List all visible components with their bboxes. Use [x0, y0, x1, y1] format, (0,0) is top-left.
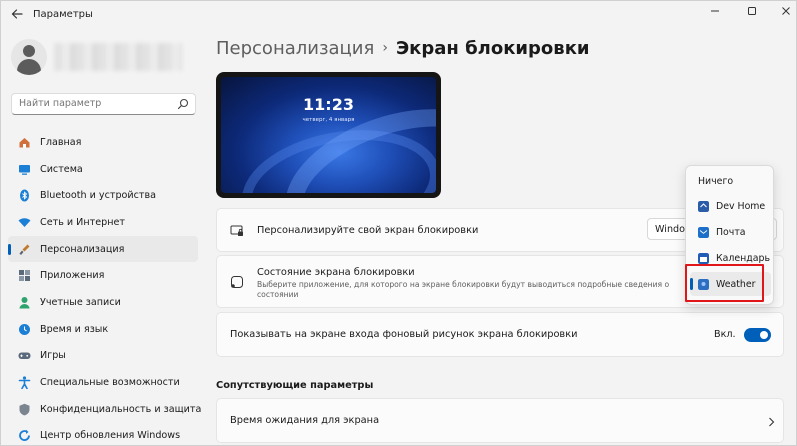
sidebar-item-gaming[interactable]: Игры — [8, 343, 198, 370]
screen-timeout-card[interactable]: Время ожидания для экрана — [216, 398, 784, 443]
chevron-right-icon — [769, 417, 775, 427]
sidebar-item-label: Главная — [40, 136, 82, 148]
apps-icon — [19, 270, 30, 282]
sidebar-item-system[interactable]: Система — [8, 156, 198, 183]
sidebar-item-label: Персонализация — [40, 243, 125, 255]
sidebar-item-bluetooth[interactable]: Bluetooth и устройства — [8, 182, 198, 209]
maximize-icon — [748, 7, 756, 15]
status-icon — [231, 276, 243, 288]
title-bar: Параметры — [1, 1, 796, 29]
monitor-lock-icon — [230, 225, 243, 236]
flyout-option-label: Ничего — [698, 175, 734, 187]
maximize-button[interactable] — [741, 3, 763, 21]
sidebar-nav: Главная Система Bluetooth и устройства С… — [8, 129, 202, 445]
signin-background-title: Показывать на экране входа фоновый рисун… — [230, 329, 578, 340]
breadcrumb: Персонализация › Экран блокировки — [216, 38, 590, 59]
close-icon — [782, 7, 790, 15]
sidebar-item-windows-update[interactable]: Центр обновления Windows — [8, 423, 198, 445]
breadcrumb-parent[interactable]: Персонализация — [216, 38, 374, 59]
flyout-option-none[interactable]: Ничего — [690, 169, 771, 193]
personalize-lock-screen-title: Персонализируйте свой экран блокировки — [257, 225, 479, 236]
sidebar-item-label: Конфиденциальность и защита — [40, 403, 202, 415]
shield-icon — [19, 403, 30, 416]
lock-screen-status-description: Выберите приложение, для которого на экр… — [257, 280, 670, 299]
lock-screen-status-title: Состояние экрана блокировки — [257, 267, 415, 278]
related-settings-heading: Сопутствующие параметры — [216, 380, 374, 391]
lock-screen-wallpaper: 11:23 четверг, 4 января — [221, 77, 436, 193]
calendar-icon — [698, 252, 709, 264]
accessibility-icon — [18, 376, 31, 390]
search-input[interactable] — [19, 98, 169, 109]
update-icon — [19, 430, 30, 442]
sidebar-item-time-language[interactable]: Время и язык — [8, 316, 198, 343]
sidebar-item-accounts[interactable]: Учетные записи — [8, 289, 198, 316]
page-title: Экран блокировки — [395, 38, 590, 59]
sidebar-item-label: Игры — [40, 350, 66, 362]
settings-window: Параметры Главная Система — [0, 0, 797, 446]
lock-screen-preview: 11:23 четверг, 4 января — [216, 72, 441, 198]
bluetooth-icon — [20, 189, 29, 202]
gamepad-icon — [18, 352, 31, 360]
sidebar-item-network[interactable]: Сеть и Интернет — [8, 209, 198, 236]
avatar[interactable] — [11, 39, 47, 75]
sidebar-item-accessibility[interactable]: Специальные возможности — [8, 369, 198, 396]
flyout-option-label: Почта — [716, 226, 746, 238]
dev-home-icon — [698, 200, 709, 212]
system-icon — [19, 164, 30, 175]
minimize-button[interactable] — [704, 3, 726, 21]
globe-time-icon — [19, 323, 30, 335]
wifi-icon — [18, 218, 31, 227]
account-icon — [19, 296, 30, 309]
flyout-option-dev-home[interactable]: Dev Home — [690, 194, 771, 218]
flyout-option-label: Календарь — [716, 252, 770, 264]
lock-screen-date: четверг, 4 января — [302, 117, 355, 123]
sidebar-item-label: Bluetooth и устройства — [40, 190, 157, 202]
sidebar-item-privacy[interactable]: Конфиденциальность и защита — [8, 396, 202, 423]
signin-background-card: Показывать на экране входа фоновый рисун… — [216, 312, 784, 357]
sidebar-item-label: Учетные записи — [40, 296, 121, 308]
signin-background-toggle[interactable] — [744, 328, 771, 342]
back-arrow-icon — [11, 9, 23, 19]
sidebar-item-label: Сеть и Интернет — [40, 216, 125, 228]
sidebar-item-apps[interactable]: Приложения — [8, 262, 198, 289]
search-box[interactable] — [11, 93, 196, 115]
breadcrumb-separator: › — [382, 40, 388, 56]
sidebar-item-home[interactable]: Главная — [8, 129, 198, 156]
sidebar-item-personalization[interactable]: Персонализация — [8, 235, 198, 263]
brush-icon — [19, 244, 30, 255]
sidebar-item-label: Время и язык — [40, 323, 109, 335]
back-button[interactable] — [9, 7, 25, 23]
toggle-state-label: Вкл. — [714, 329, 736, 340]
lock-screen-time: 11:23 — [303, 95, 354, 114]
search-icon[interactable] — [177, 98, 189, 110]
screen-timeout-title: Время ожидания для экрана — [230, 415, 380, 426]
app-title: Параметры — [33, 9, 93, 20]
flyout-option-mail[interactable]: Почта — [690, 220, 771, 244]
home-icon — [19, 137, 30, 148]
sidebar-item-label: Центр обновления Windows — [40, 430, 181, 442]
sidebar-item-label: Специальные возможности — [40, 377, 180, 389]
mail-icon — [698, 226, 709, 238]
close-button[interactable] — [775, 3, 796, 21]
weather-highlight-box — [685, 264, 764, 302]
sidebar-item-label: Система — [40, 163, 83, 175]
minimize-icon — [711, 10, 719, 12]
sidebar-item-label: Приложения — [40, 270, 105, 282]
flyout-option-label: Dev Home — [716, 200, 766, 212]
user-info-blurred — [54, 43, 182, 71]
